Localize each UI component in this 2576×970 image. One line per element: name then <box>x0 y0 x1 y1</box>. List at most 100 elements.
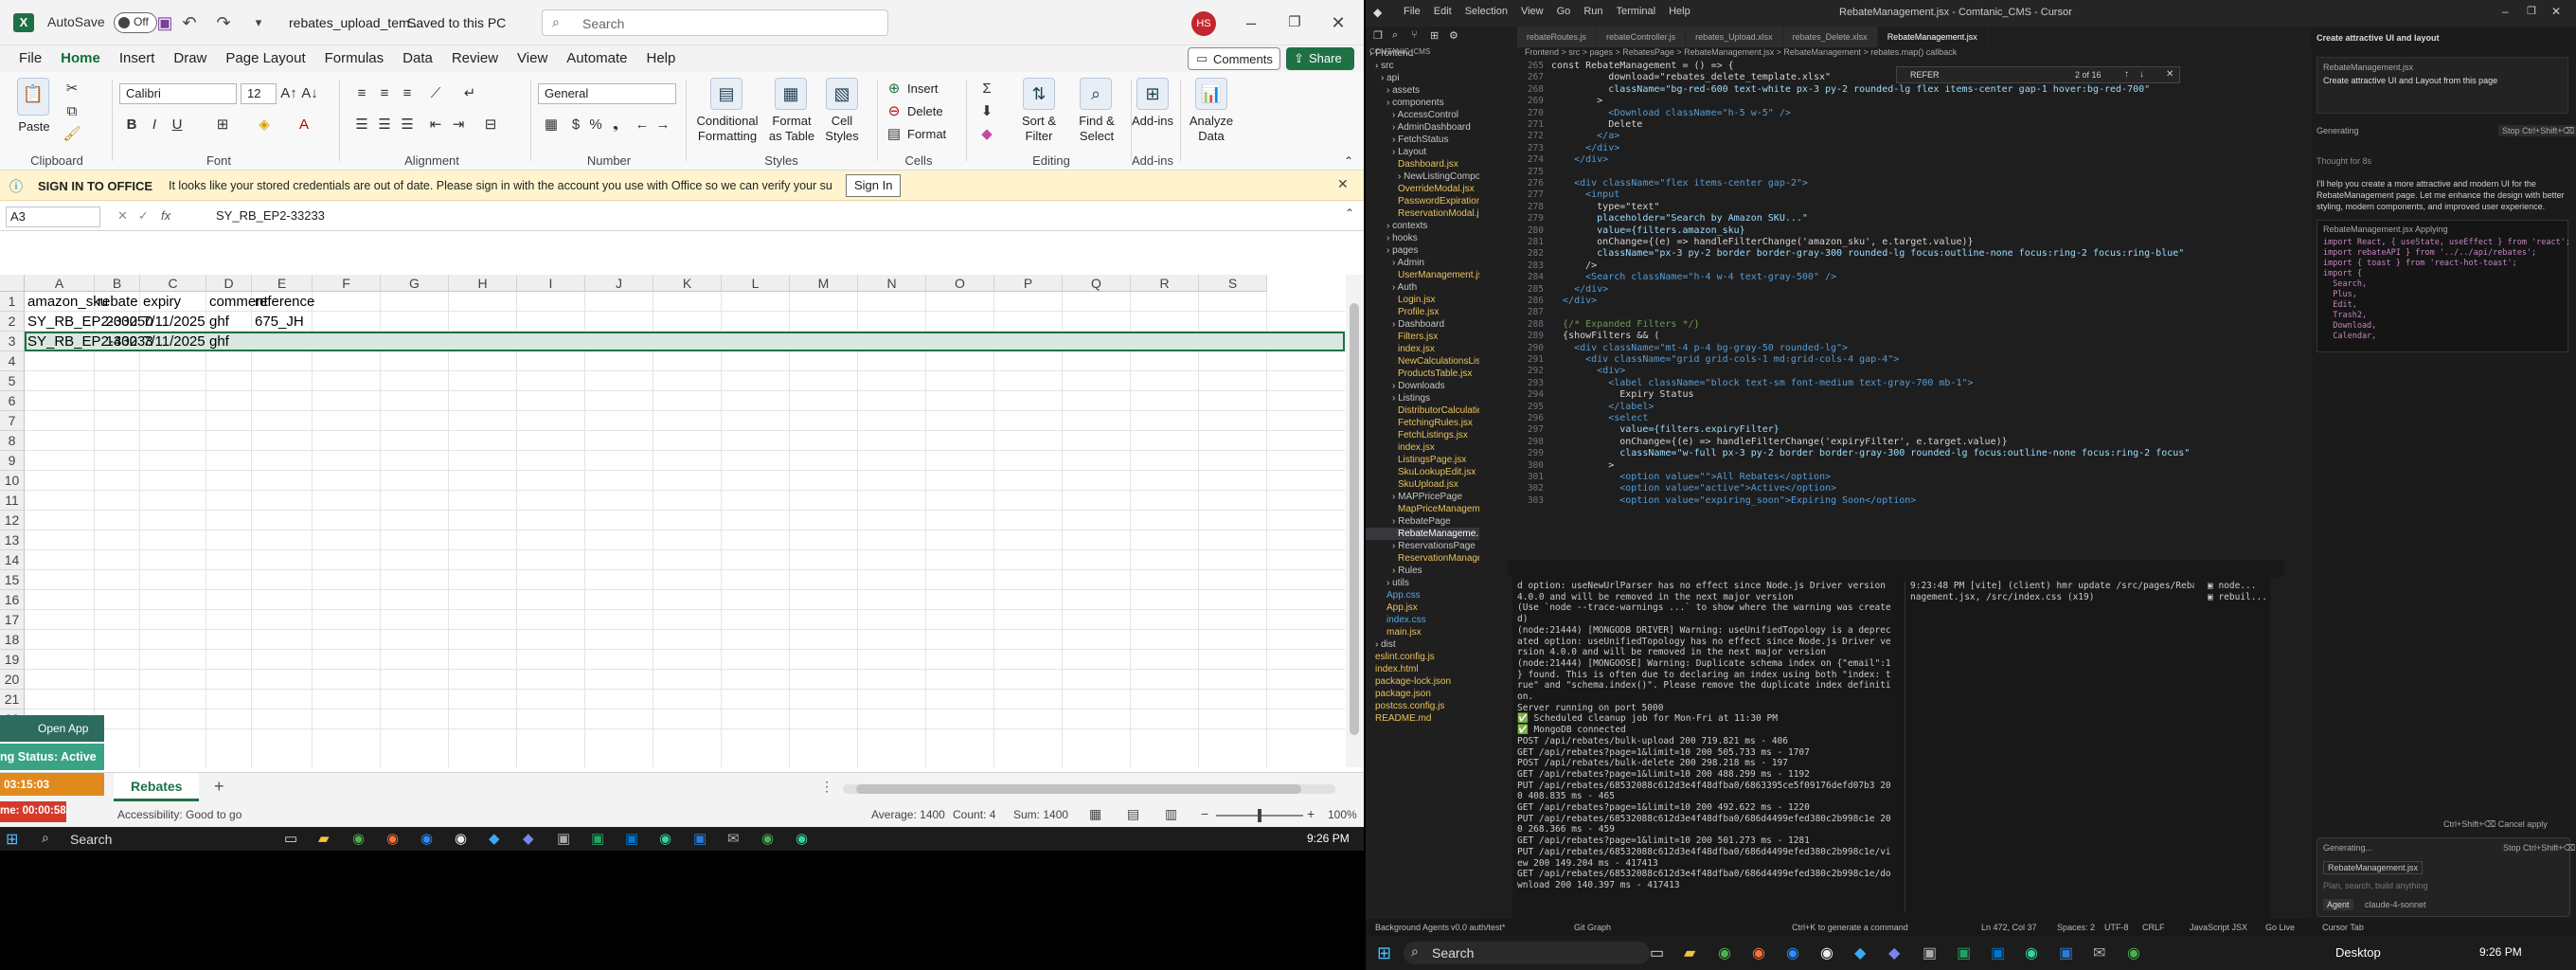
explorer-file[interactable]: Profile.jsx <box>1366 306 1479 318</box>
word-icon[interactable]: ▣ <box>2059 943 2073 962</box>
explorer-folder[interactable]: › RebatePage <box>1366 515 1479 528</box>
row-header[interactable]: 14 <box>0 550 25 570</box>
accounting-icon[interactable]: ▦ <box>542 116 561 135</box>
increase-font-icon[interactable]: A↑ <box>280 84 297 103</box>
taskbar-clock[interactable]: 9:26 PM <box>2479 945 2522 959</box>
taskbar-search[interactable]: ⌕ Search <box>1404 942 1650 964</box>
explorer-icon[interactable]: ❐ <box>1373 29 1383 42</box>
explorer-folder[interactable]: › dist <box>1366 638 1479 651</box>
explorer-folder[interactable]: › pages <box>1366 244 1479 257</box>
explorer-file[interactable]: index.jsx <box>1366 441 1479 454</box>
explorer-folder[interactable]: › Layout <box>1366 146 1479 158</box>
word-icon[interactable]: ▣ <box>693 830 707 847</box>
explorer-file[interactable]: OverrideModal.jsx <box>1366 183 1479 195</box>
cell[interactable]: 7/11/2025 <box>143 332 206 351</box>
tab-file[interactable]: File <box>9 45 51 75</box>
bold-icon[interactable]: B <box>123 116 140 135</box>
explorer-folder[interactable]: › hooks <box>1366 232 1479 244</box>
explorer-folder[interactable]: › Auth <box>1366 281 1479 294</box>
collapse-ribbon-icon[interactable]: ⌃ <box>1339 152 1358 171</box>
context-chip[interactable]: RebateManagement.jsx <box>2323 861 2424 874</box>
vscode-icon[interactable]: ◆ <box>1854 943 1866 962</box>
percent-icon[interactable]: % <box>587 116 604 135</box>
explorer-folder[interactable]: › Dashboard <box>1366 318 1479 331</box>
teams-icon[interactable]: ◆ <box>1888 943 1900 962</box>
explorer-folder[interactable]: › FetchStatus <box>1366 134 1479 146</box>
font-color-icon[interactable]: A <box>294 116 314 135</box>
row-header[interactable]: 10 <box>0 471 25 491</box>
terminal-tab[interactable]: ▣ rebuil... <box>2208 592 2274 603</box>
explorer-file[interactable]: NewCalculationsListingP... <box>1366 355 1479 368</box>
find-select-icon[interactable]: ⌕ <box>1080 78 1112 110</box>
row-header[interactable]: 20 <box>0 670 25 690</box>
autosave-toggle[interactable]: Off <box>114 12 157 33</box>
explorer-folder[interactable]: › src <box>1366 60 1479 72</box>
menu-view[interactable]: View <box>1521 6 1544 17</box>
explorer-file[interactable]: package-lock.json <box>1366 675 1479 688</box>
terminal-icon[interactable]: ▣ <box>1923 943 1937 962</box>
firefox-icon[interactable]: ◉ <box>386 830 399 847</box>
editor-tab[interactable]: rebates_Delete.xlsx <box>1782 27 1878 47</box>
column-header[interactable]: F <box>313 275 381 292</box>
delete-cells-label[interactable]: Delete <box>907 104 943 118</box>
autosum-icon[interactable]: Σ <box>975 80 998 99</box>
insert-function-icon[interactable]: fx <box>161 208 170 223</box>
sheet-options-icon[interactable]: ⋮ <box>820 779 833 795</box>
undo-icon[interactable]: ↶ <box>178 0 201 45</box>
explorer-file[interactable]: index.jsx <box>1366 343 1479 355</box>
column-header[interactable]: H <box>449 275 517 292</box>
cell[interactable]: 1400 <box>98 332 137 351</box>
start-icon[interactable]: ⊞ <box>1377 943 1391 963</box>
save-icon[interactable]: ▣ <box>153 0 176 45</box>
format-cells-label[interactable]: Format <box>907 127 946 141</box>
mail-icon[interactable]: ✉ <box>2093 943 2105 962</box>
stop-generating-button[interactable]: Stop Ctrl+Shift+⌫ <box>2503 842 2575 853</box>
explorer-file[interactable]: FetchListings.jsx <box>1366 429 1479 441</box>
decrease-font-icon[interactable]: A↓ <box>301 84 318 103</box>
decrease-indent-icon[interactable]: ⇤ <box>426 116 445 135</box>
settings-icon[interactable]: ⚙ <box>1449 29 1458 42</box>
browser-icon[interactable]: ◉ <box>1820 943 1834 962</box>
terminal-tab[interactable]: ▣ node... <box>2208 581 2274 592</box>
tab-formulas[interactable]: Formulas <box>315 45 394 75</box>
name-box[interactable]: A3 <box>6 207 100 227</box>
column-header[interactable]: O <box>926 275 994 292</box>
explorer-file[interactable]: Dashboard.jsx <box>1366 158 1479 171</box>
tab-automate[interactable]: Automate <box>557 45 636 75</box>
tab-data[interactable]: Data <box>393 45 442 75</box>
explorer-file[interactable]: Filters.jsx <box>1366 331 1479 343</box>
explorer-file[interactable]: App.jsx <box>1366 602 1479 614</box>
vertical-scrollbar[interactable] <box>1346 275 1364 767</box>
borders-icon[interactable]: ⊞ <box>212 116 233 135</box>
cell[interactable]: reference <box>255 292 314 312</box>
cell[interactable]: 675_JH <box>255 312 304 332</box>
row-header[interactable]: 2 <box>0 312 25 332</box>
tab-view[interactable]: View <box>508 45 557 75</box>
row-header[interactable]: 6 <box>0 391 25 411</box>
status-item[interactable]: Background Agents <box>1375 919 1449 936</box>
cell[interactable]: 7/11/2025 <box>143 312 206 332</box>
explorer-file[interactable]: main.jsx <box>1366 626 1479 638</box>
editor-tab[interactable]: rebateController.js <box>1597 27 1687 47</box>
taskbar-clock[interactable]: 9:26 PM <box>1307 832 1350 845</box>
taskview-icon[interactable]: ▭ <box>284 830 297 847</box>
status-item[interactable]: Git Graph <box>1574 919 1611 936</box>
explorer-file[interactable]: index.css <box>1366 614 1479 626</box>
explorer-file[interactable]: SkuLookupEdit.jsx <box>1366 466 1479 478</box>
menu-run[interactable]: Run <box>1583 6 1602 17</box>
file-explorer-icon[interactable]: ▰ <box>1684 943 1695 962</box>
fill-color-icon[interactable]: ◈ <box>254 116 275 135</box>
edge-icon[interactable]: ◉ <box>659 830 671 847</box>
outlook-icon[interactable]: ▣ <box>625 830 638 847</box>
column-header[interactable]: C <box>140 275 206 292</box>
menu-selection[interactable]: Selection <box>1465 6 1508 17</box>
scroll-thumb[interactable] <box>856 784 1301 794</box>
format-painter-icon[interactable]: 🖌 <box>63 125 81 144</box>
insert-cells-icon[interactable]: ⊕ <box>885 80 903 99</box>
excel-icon[interactable]: ▣ <box>1957 943 1971 962</box>
status-item[interactable]: Spaces: 2 <box>2057 919 2095 936</box>
font-name-select[interactable]: Calibri <box>119 83 237 104</box>
status-item[interactable]: Cursor Tab <box>2322 919 2364 936</box>
comma-icon[interactable]: ❟ <box>608 116 623 135</box>
editor-tab[interactable]: rebates_Upload.xlsx <box>1686 27 1783 47</box>
